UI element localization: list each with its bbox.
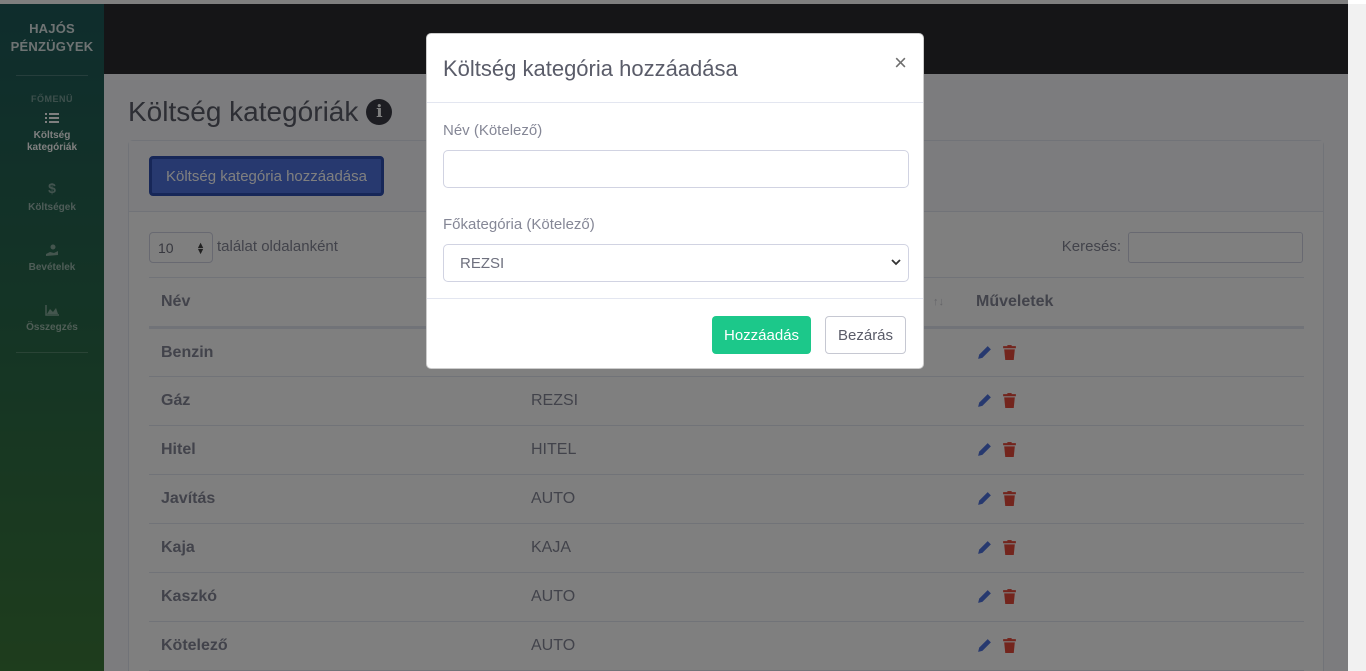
submit-button[interactable]: Hozzáadás — [712, 316, 812, 354]
add-category-modal: Költség kategória hozzáadása × Név (Köte… — [426, 33, 924, 369]
category-select[interactable]: REZSI — [443, 244, 909, 282]
name-label: Név (Kötelező) — [443, 122, 543, 139]
modal-body: Név (Kötelező) Főkategória (Kötelező) RE… — [427, 103, 923, 299]
modal-title: Költség kategória hozzáadása — [443, 56, 738, 81]
close-icon[interactable]: × — [894, 50, 907, 76]
name-input[interactable] — [443, 150, 909, 188]
modal-footer: Hozzáadás Bezárás — [427, 299, 923, 369]
category-select-value: REZSI — [460, 255, 505, 272]
category-label: Főkategória (Kötelező) — [443, 216, 595, 233]
scrollbar[interactable] — [1348, 4, 1366, 671]
chevron-down-icon — [891, 259, 901, 266]
close-button[interactable]: Bezárás — [825, 316, 907, 354]
modal-header: Költség kategória hozzáadása × — [427, 34, 923, 103]
